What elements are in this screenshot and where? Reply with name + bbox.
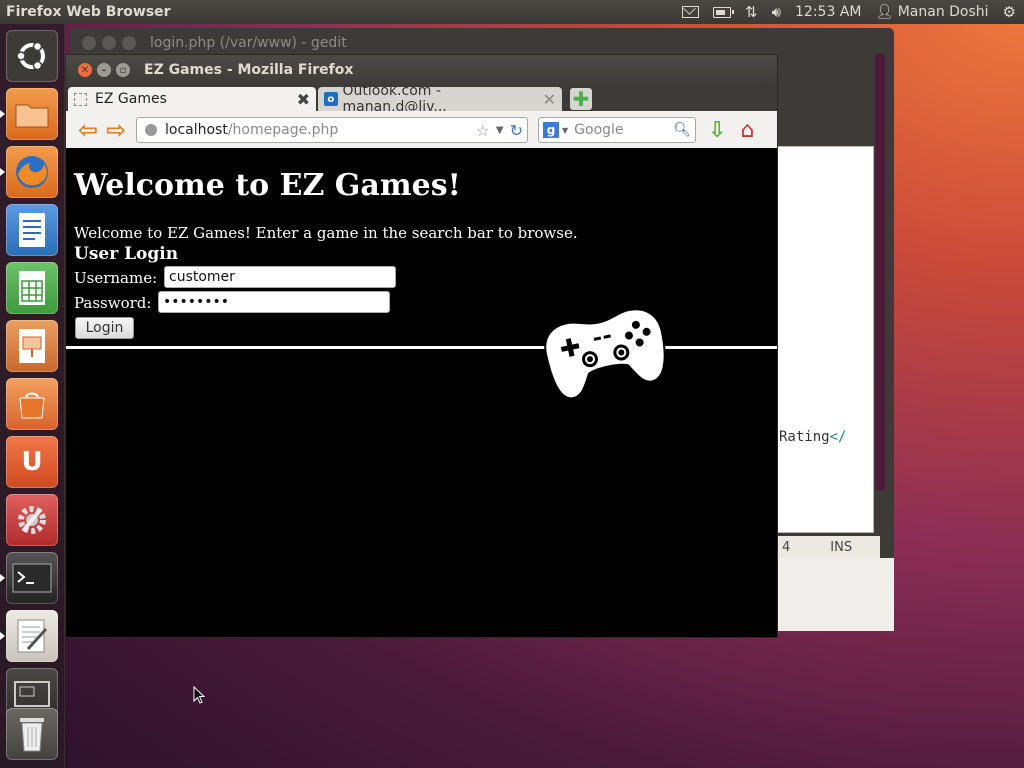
status-line: 4 xyxy=(782,539,791,555)
spreadsheet-icon xyxy=(19,271,45,305)
username-label: Username: xyxy=(74,269,158,287)
document-icon xyxy=(19,213,45,247)
navigation-toolbar: ⇦ ⇨ localhost/homepage.php ☆ ▼ ↻ g ▼ Goo… xyxy=(66,111,777,150)
settings-wrench-icon xyxy=(18,506,46,534)
launcher-files[interactable] xyxy=(0,88,58,140)
status-mode: INS xyxy=(830,539,853,555)
launcher-firefox[interactable] xyxy=(0,146,58,198)
launcher-ubuntu-one[interactable]: U xyxy=(6,436,58,488)
search-engine-icon[interactable]: g xyxy=(543,122,559,138)
indicator-area: ⇅ 🔊︎ 12:53 AM 👤︎ Manan Doshi ⚙ xyxy=(681,4,1024,20)
search-bar[interactable]: g ▼ Google 🔍︎ xyxy=(538,117,696,143)
bookmark-star-icon[interactable]: ☆ xyxy=(476,121,490,140)
launcher: U xyxy=(0,24,65,768)
gedit-side-panel-edge xyxy=(875,54,885,490)
gedit-close-button[interactable] xyxy=(82,36,96,50)
clock[interactable]: 12:53 AM xyxy=(795,4,861,20)
url-path: /homepage.php xyxy=(227,122,339,138)
launcher-trash[interactable] xyxy=(6,708,58,760)
terminal-icon xyxy=(12,563,52,593)
window-title: EZ Games - Mozilla Firefox xyxy=(144,62,354,78)
site-identity-icon[interactable] xyxy=(145,124,157,136)
tab-outlook[interactable]: o Outlook.com - manan.d@liv... ✕ xyxy=(318,83,562,115)
code-text: Rating xyxy=(779,429,830,445)
user-menu[interactable]: 👤︎ Manan Doshi xyxy=(875,4,988,20)
search-icon[interactable]: 🔍︎ xyxy=(673,122,691,138)
launcher-gedit[interactable] xyxy=(0,610,58,662)
outlook-favicon-icon: o xyxy=(324,92,338,106)
launcher-writer[interactable] xyxy=(6,204,58,256)
battery-icon[interactable] xyxy=(712,6,734,18)
password-label: Password: xyxy=(74,294,152,312)
login-section-title: User Login xyxy=(74,244,179,264)
dash-home-button[interactable] xyxy=(6,30,58,82)
web-page-content: Welcome to EZ Games! Welcome to EZ Games… xyxy=(66,148,777,637)
launcher-calc[interactable] xyxy=(6,262,58,314)
blank-favicon-icon xyxy=(74,92,87,106)
close-tab-icon[interactable]: ✖ xyxy=(297,90,310,109)
gedit-statusbar: 4 INS xyxy=(776,536,880,558)
intro-text: Welcome to EZ Games! Enter a game in the… xyxy=(74,224,578,242)
password-field[interactable] xyxy=(158,291,390,313)
text-editor-icon xyxy=(17,619,48,653)
trash-icon xyxy=(20,718,44,752)
page-heading: Welcome to EZ Games! xyxy=(74,168,461,203)
url-host: localhost xyxy=(165,122,228,138)
login-button[interactable]: Login xyxy=(75,317,134,339)
gedit-maximize-button[interactable] xyxy=(122,36,136,50)
back-arrow-icon[interactable]: ⇦ xyxy=(74,116,102,144)
close-tab-icon[interactable]: ✕ xyxy=(543,90,556,109)
maximize-window-button[interactable]: ▫ xyxy=(116,63,130,77)
firefox-icon xyxy=(16,156,48,188)
code-line: Rating</ xyxy=(779,429,846,445)
mail-icon[interactable] xyxy=(681,6,699,18)
game-controller-icon xyxy=(544,308,666,400)
code-tag: </ xyxy=(829,429,847,445)
shopping-bag-icon xyxy=(19,392,45,419)
workspace-icon xyxy=(14,681,50,707)
plus-icon: ✚ xyxy=(572,87,590,111)
network-icon[interactable]: ⇅ xyxy=(745,5,758,20)
top-panel: Firefox Web Browser ⇅ 🔊︎ 12:53 AM 👤︎ Man… xyxy=(0,0,1024,24)
active-app-title: Firefox Web Browser xyxy=(6,4,171,20)
close-window-button[interactable]: ✕ xyxy=(78,63,92,77)
firefox-window[interactable]: ✕ – ▫ EZ Games - Mozilla Firefox EZ Game… xyxy=(65,54,778,638)
volume-icon[interactable]: 🔊︎ xyxy=(772,5,781,20)
username-field[interactable] xyxy=(164,266,396,288)
user-name: Manan Doshi xyxy=(897,4,989,20)
launcher-terminal[interactable] xyxy=(0,552,58,604)
search-placeholder: Google xyxy=(574,122,624,138)
new-tab-button[interactable]: ✚ xyxy=(570,87,592,111)
launcher-impress[interactable] xyxy=(6,320,58,372)
gedit-editor[interactable]: Rating</ xyxy=(776,146,874,533)
reload-icon[interactable]: ↻ xyxy=(510,121,523,140)
folder-icon xyxy=(15,104,49,128)
download-icon[interactable]: ⇩ xyxy=(708,118,726,143)
home-icon[interactable]: ⌂ xyxy=(740,118,754,143)
firefox-titlebar[interactable]: ✕ – ▫ EZ Games - Mozilla Firefox xyxy=(66,55,777,85)
tab-ez-games[interactable]: EZ Games ✖ xyxy=(68,87,316,111)
ubuntu-one-icon: U xyxy=(21,447,43,477)
tab-label: EZ Games xyxy=(95,91,167,107)
forward-arrow-icon[interactable]: ⇨ xyxy=(102,116,130,144)
history-dropdown-icon[interactable]: ▼ xyxy=(496,125,504,136)
chevron-down-icon[interactable]: ▼ xyxy=(562,126,568,135)
launcher-software-center[interactable] xyxy=(6,378,58,430)
minimize-window-button[interactable]: – xyxy=(97,63,111,77)
gedit-title: login.php (/var/www) - gedit xyxy=(150,35,347,51)
gedit-lower-area xyxy=(776,558,894,631)
user-icon: 👤︎ xyxy=(875,4,894,20)
launcher-system-settings[interactable] xyxy=(6,494,58,546)
presentation-icon xyxy=(19,329,45,363)
url-bar[interactable]: localhost/homepage.php ☆ ▼ ↻ xyxy=(136,117,528,143)
mouse-cursor-icon xyxy=(193,686,205,704)
tab-strip: EZ Games ✖ o Outlook.com - manan.d@liv..… xyxy=(66,83,777,115)
gedit-minimize-button[interactable] xyxy=(102,36,116,50)
ubuntu-logo-icon xyxy=(16,41,45,71)
gear-icon[interactable]: ⚙ xyxy=(1003,5,1016,20)
